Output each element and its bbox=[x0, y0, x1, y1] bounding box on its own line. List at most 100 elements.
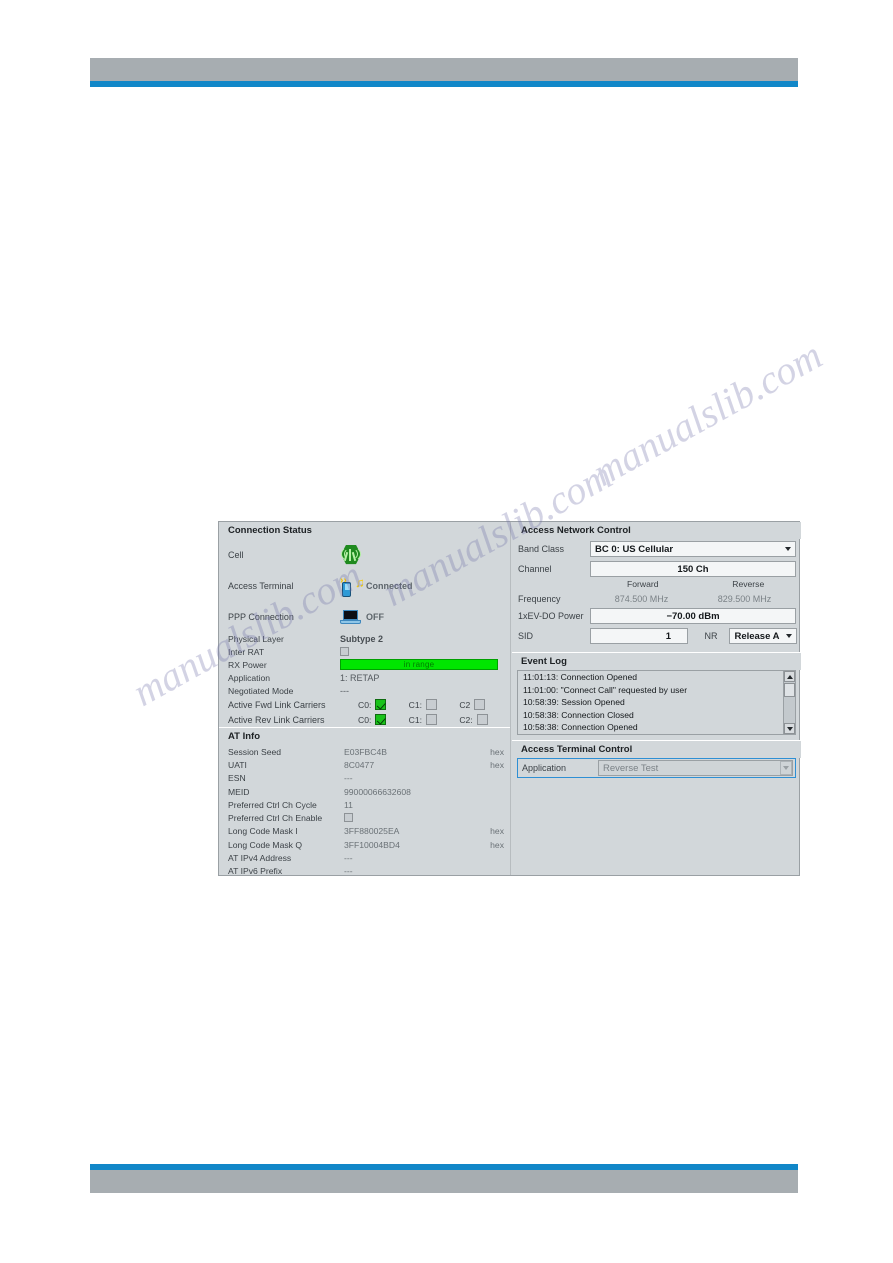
access-terminal-control-title: Access Terminal Control bbox=[512, 740, 801, 758]
reverse-header: Reverse bbox=[732, 579, 765, 589]
event-log-scrollbar[interactable] bbox=[783, 671, 795, 734]
at-info-key: UATI bbox=[228, 759, 247, 770]
rev-carrier-c0-label: C0: bbox=[358, 714, 372, 725]
at-info-key: Session Seed bbox=[228, 746, 282, 757]
access-terminal-control-panel: Access Terminal Control Application Reve… bbox=[512, 740, 801, 778]
row-sid: SID 1 NR Release A bbox=[512, 626, 801, 646]
at-info-row: MEID 99000066632608 bbox=[219, 785, 510, 798]
page-footer-bar bbox=[90, 1170, 798, 1193]
at-info-row: Preferred Ctrl Ch Enable bbox=[219, 811, 510, 824]
at-info-key: AT IPv6 Prefix bbox=[228, 866, 283, 877]
rev-carrier-c2-checkbox[interactable] bbox=[476, 714, 488, 725]
band-class-label: Band Class bbox=[518, 544, 565, 554]
at-info-value: --- bbox=[344, 866, 353, 877]
at-info-value: 99000066632608 bbox=[344, 786, 411, 797]
row-frequency: Frequency 874.500 MHz 829.500 MHz bbox=[512, 592, 801, 606]
at-info-key: Preferred Ctrl Ch Cycle bbox=[228, 799, 317, 810]
at-application-value: Reverse Test bbox=[598, 760, 793, 776]
at-info-unit: hex bbox=[490, 839, 504, 850]
at-info-value: 8C0477 bbox=[344, 759, 375, 770]
fwd-link-carriers-label: Active Fwd Link Carriers bbox=[228, 699, 326, 710]
at-info-key: AT IPv4 Address bbox=[228, 853, 292, 864]
row-rev-link-carriers: Active Rev Link Carriers C0: C1: C2: bbox=[219, 712, 510, 727]
release-dropdown[interactable]: Release A bbox=[729, 628, 797, 644]
at-info-key: MEID bbox=[228, 786, 250, 797]
row-at-application: Application Reverse Test bbox=[517, 758, 796, 778]
access-terminal-value: Connected bbox=[366, 580, 413, 591]
frequency-reverse-value: 829.500 MHz bbox=[717, 594, 772, 604]
rev-carrier-c1: C1: bbox=[409, 714, 460, 725]
fwd-carrier-c2-checkbox[interactable] bbox=[474, 699, 486, 710]
band-class-dropdown[interactable]: BC 0: US Cellular bbox=[590, 541, 796, 557]
row-physical-layer: Physical Layer Subtype 2 bbox=[219, 632, 510, 645]
at-info-value bbox=[344, 812, 478, 824]
power-input[interactable]: −70.00 dBm bbox=[590, 608, 796, 624]
event-log-entry: 11:01:00: "Connect Call" requested by us… bbox=[523, 684, 688, 695]
inter-rat-checkbox[interactable] bbox=[340, 647, 349, 656]
fwd-carrier-c0: C0: bbox=[358, 699, 409, 710]
at-info-unit: hex bbox=[490, 826, 504, 837]
power-value: −70.00 dBm bbox=[590, 608, 796, 624]
at-info-title: AT Info bbox=[219, 727, 510, 745]
preferred-ctrl-ch-enable-checkbox[interactable] bbox=[344, 812, 353, 822]
sid-input[interactable]: 1 bbox=[590, 628, 688, 644]
at-info-row: Long Code Mask Q 3FF10004BD4 hex bbox=[219, 838, 510, 851]
ppp-connection-value: OFF bbox=[366, 611, 384, 622]
chevron-down-icon bbox=[786, 634, 792, 638]
fwd-carrier-c1-checkbox[interactable] bbox=[426, 699, 438, 710]
fwd-carrier-c0-checkbox[interactable] bbox=[375, 699, 387, 710]
scroll-up-button[interactable] bbox=[784, 671, 795, 682]
event-log-panel: Event Log 11:01:13: Connection Opened 11… bbox=[512, 652, 801, 740]
chevron-down-icon bbox=[785, 547, 791, 551]
rx-power-value: in range bbox=[403, 660, 435, 669]
at-info-row: Long Code Mask I 3FF880025EA hex bbox=[219, 825, 510, 838]
cell-tower-icon bbox=[340, 544, 362, 566]
event-log-list[interactable]: 11:01:13: Connection Opened 11:01:00: "C… bbox=[517, 670, 796, 735]
page-header-rule bbox=[90, 81, 798, 87]
rev-carrier-c1-checkbox[interactable] bbox=[426, 714, 438, 725]
scrollbar-thumb[interactable] bbox=[784, 683, 795, 697]
channel-value: 150 Ch bbox=[590, 561, 796, 577]
at-application-label: Application bbox=[522, 763, 567, 773]
at-info-row: AT IPv4 Address --- bbox=[219, 851, 510, 864]
watermark-text: manualslib.com bbox=[585, 332, 830, 495]
at-info-row: AT IPv6 Prefix --- bbox=[219, 865, 510, 878]
event-log-entry: 10:58:38: Connection Opened bbox=[523, 722, 638, 732]
triangle-down-icon bbox=[786, 726, 793, 731]
scroll-down-button[interactable] bbox=[784, 723, 795, 734]
channel-input[interactable]: 150 Ch bbox=[590, 561, 796, 577]
at-info-value: E03FBC4B bbox=[344, 746, 387, 757]
at-info-row: UATI 8C0477 hex bbox=[219, 758, 510, 771]
event-log-entry: 10:58:38: Connection Closed bbox=[523, 709, 634, 720]
fwd-carrier-c1: C1: bbox=[409, 699, 460, 710]
chevron-down-icon bbox=[783, 766, 789, 770]
event-log-entry: 10:58:39: Session Opened bbox=[523, 697, 625, 707]
at-info-value: --- bbox=[344, 853, 353, 864]
row-fwd-link-carriers: Active Fwd Link Carriers C0: C1: C2 bbox=[219, 697, 510, 712]
sid-value: 1 bbox=[590, 628, 688, 644]
at-info-row: ESN --- bbox=[219, 772, 510, 785]
rev-carrier-c0-checkbox[interactable] bbox=[375, 714, 387, 725]
at-info-row: Session Seed E03FBC4B hex bbox=[219, 745, 510, 758]
fwd-carrier-c2: C2 bbox=[459, 699, 510, 710]
at-application-dropdown[interactable]: Reverse Test bbox=[598, 760, 793, 776]
sid-label: SID bbox=[518, 631, 534, 641]
access-network-control-panel: Access Network Control Band Class BC 0: … bbox=[512, 522, 801, 652]
rev-carrier-c2: C2: bbox=[459, 714, 510, 725]
negotiated-mode-label: Negotiated Mode bbox=[228, 685, 294, 696]
laptop-icon bbox=[340, 608, 362, 626]
power-label: 1xEV-DO Power bbox=[518, 611, 584, 621]
at-info-key: ESN bbox=[228, 773, 246, 784]
at-info-value: 11 bbox=[344, 799, 353, 810]
row-power: 1xEV-DO Power −70.00 dBm bbox=[512, 606, 801, 626]
connection-status-panel: Connection Status Cell Access Terminal ›… bbox=[219, 522, 510, 727]
access-terminal-icon: ›› ♫ bbox=[340, 574, 366, 598]
connection-status-title: Connection Status bbox=[219, 522, 510, 539]
at-application-dropdown-button[interactable] bbox=[780, 761, 792, 775]
rev-carrier-c0: C0: bbox=[358, 714, 409, 725]
fwd-carrier-c1-label: C1: bbox=[408, 699, 423, 710]
rev-carrier-c1-label: C1: bbox=[408, 714, 423, 725]
ppp-connection-label: PPP Connection bbox=[228, 611, 294, 622]
row-access-terminal: Access Terminal ›› ♫ Connected bbox=[219, 570, 510, 601]
instrument-screenshot: Connection Status Cell Access Terminal ›… bbox=[218, 521, 801, 878]
